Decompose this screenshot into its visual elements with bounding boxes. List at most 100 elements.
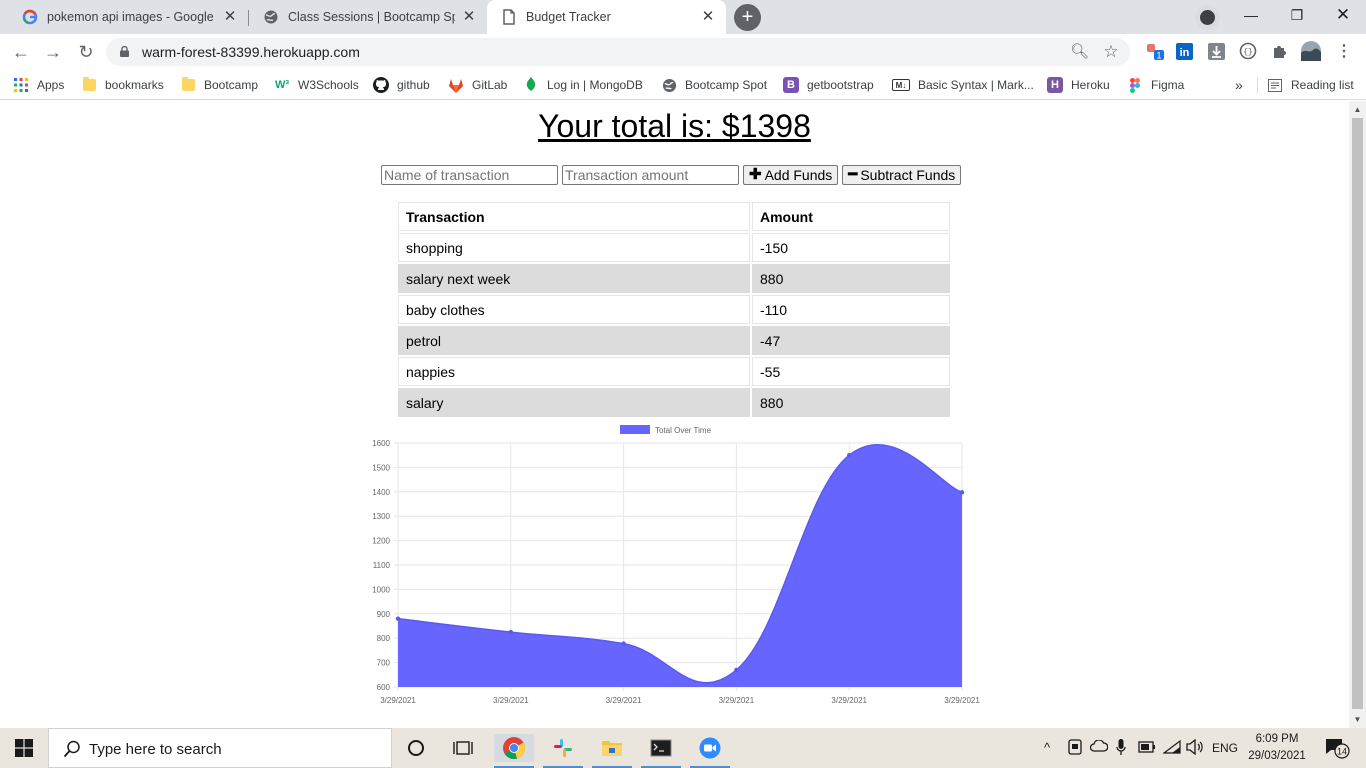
transaction-name-cell: baby clothes xyxy=(398,295,750,324)
reload-icon[interactable]: ↻ xyxy=(75,41,97,63)
close-icon[interactable]: ✕ xyxy=(700,9,716,25)
zoom-taskbar-icon[interactable] xyxy=(690,734,730,768)
slack-taskbar-icon[interactable] xyxy=(543,734,583,768)
bookmark-github[interactable]: github xyxy=(373,77,430,93)
y-tick-label: 1400 xyxy=(372,488,390,497)
bookmark-heroku[interactable]: H Heroku xyxy=(1047,77,1110,93)
transaction-amount-input[interactable] xyxy=(562,165,739,185)
linkedin-icon[interactable]: in xyxy=(1174,41,1194,61)
file-explorer-taskbar-icon[interactable] xyxy=(592,734,632,768)
tab-search-icon[interactable] xyxy=(1195,5,1220,30)
zoom-icon[interactable]: 🔍︎ xyxy=(1070,43,1089,61)
notifications-button[interactable]: 14 xyxy=(1324,737,1350,762)
close-icon[interactable]: ✕ xyxy=(222,9,238,25)
address-bar[interactable]: warm-forest-83399.herokuapp.com 🔍︎ ☆ xyxy=(106,38,1130,66)
data-point xyxy=(734,667,739,673)
scroll-up-arrow-icon[interactable]: ▲ xyxy=(1349,101,1366,118)
legend-swatch xyxy=(620,425,650,434)
globe-icon xyxy=(661,77,677,93)
window-close-button[interactable]: ✕ xyxy=(1320,0,1366,30)
transaction-amount-cell: -47 xyxy=(752,326,950,355)
total-heading: Your total is: $1398 xyxy=(538,108,811,144)
bookmark-label: W3Schools xyxy=(298,78,359,92)
bookmark-label: Reading list xyxy=(1291,78,1354,92)
transaction-amount-cell: -110 xyxy=(752,295,950,324)
x-tick-label: 3/29/2021 xyxy=(944,696,980,705)
gitlab-icon xyxy=(448,77,464,93)
x-tick-label: 3/29/2021 xyxy=(831,696,867,705)
bookmark-label: getbootstrap xyxy=(807,78,874,92)
volume-icon[interactable] xyxy=(1186,738,1204,758)
show-hidden-icons-chevron-icon[interactable]: ^ xyxy=(1044,740,1050,755)
total-over-time-chart: 600 700 800 900 1000 1100 1200 1300 1400 1500 1600… xyxy=(372,425,980,705)
wifi-icon[interactable] xyxy=(1162,739,1181,757)
minus-icon: ━ xyxy=(848,166,858,183)
tab-budget-tracker[interactable]: Budget Tracker ✕ xyxy=(487,0,726,34)
puzzle-icon[interactable] xyxy=(1270,41,1290,61)
bookmark-label: Log in | MongoDB xyxy=(547,78,643,92)
page-scrollbar[interactable]: ▲ ▼ xyxy=(1349,101,1366,728)
dev-tools-icon[interactable]: {} xyxy=(1238,41,1258,61)
windows-start-button[interactable] xyxy=(0,728,48,768)
subtract-funds-button[interactable]: ━ Subtract Funds xyxy=(842,165,962,185)
microphone-icon[interactable] xyxy=(1116,738,1126,759)
close-icon[interactable]: ✕ xyxy=(461,9,477,25)
bookmark-bootcamp-spot[interactable]: Bootcamp Spot xyxy=(661,77,767,93)
back-arrow-icon[interactable]: ← xyxy=(10,41,32,63)
more-bookmarks-button[interactable]: » xyxy=(1235,77,1243,93)
tab-bootcamp-spot[interactable]: Class Sessions | Bootcamp Spot ✕ xyxy=(249,0,487,34)
add-funds-button[interactable]: ✚ Add Funds xyxy=(743,165,839,185)
bootstrap-icon: B xyxy=(783,77,799,93)
bookmark-getbootstrap[interactable]: B getbootstrap xyxy=(783,77,874,93)
y-tick-label: 700 xyxy=(377,659,391,668)
bookmark-basic-syntax[interactable]: M↓ Basic Syntax | Mark... xyxy=(892,77,1034,93)
tab-google-search[interactable]: pokemon api images - Google Se ✕ xyxy=(8,0,248,34)
task-view-icon[interactable] xyxy=(443,734,483,762)
extension-icon[interactable]: 1 xyxy=(1145,41,1165,61)
onedrive-icon[interactable] xyxy=(1089,739,1109,755)
restore-button[interactable]: ❐ xyxy=(1274,0,1320,30)
language-indicator[interactable]: ENG xyxy=(1212,741,1238,755)
minimize-button[interactable]: — xyxy=(1228,0,1274,30)
reading-list-button[interactable]: Reading list xyxy=(1267,77,1354,93)
transaction-name-input[interactable] xyxy=(381,165,558,185)
bookmark-gitlab[interactable]: GitLab xyxy=(448,77,507,93)
scroll-down-arrow-icon[interactable]: ▼ xyxy=(1349,711,1366,728)
terminal-taskbar-icon[interactable] xyxy=(641,734,681,768)
battery-icon[interactable] xyxy=(1138,741,1156,756)
bookmark-label: Bootcamp Spot xyxy=(685,78,768,92)
bookmark-figma[interactable]: Figma xyxy=(1127,77,1184,93)
data-point xyxy=(508,629,513,635)
bookmark-apps[interactable]: Apps xyxy=(13,77,64,93)
bookmark-w3schools[interactable]: W³ W3Schools xyxy=(274,77,359,93)
download-icon[interactable] xyxy=(1206,41,1226,61)
bookmark-label: Apps xyxy=(37,78,65,92)
bookmark-star-icon[interactable]: ☆ xyxy=(1102,43,1120,61)
legend-label: Total Over Time xyxy=(655,426,712,435)
clock-time: 6:09 PM xyxy=(1255,733,1299,745)
meet-now-icon[interactable] xyxy=(1068,739,1082,758)
table-row: salary next week 880 xyxy=(398,264,950,293)
cortana-icon[interactable] xyxy=(396,734,436,762)
github-icon xyxy=(373,77,389,93)
tab-title: Budget Tracker xyxy=(526,10,611,24)
chrome-taskbar-icon[interactable] xyxy=(494,734,534,768)
taskbar-search-box[interactable]: Type here to search xyxy=(48,728,392,768)
menu-dots-icon[interactable]: ⋮ xyxy=(1334,41,1354,61)
extension-badge: 1 xyxy=(1156,51,1161,61)
bookmark-bookmarks[interactable]: bookmarks xyxy=(81,77,164,93)
bookmark-mongodb[interactable]: Log in | MongoDB xyxy=(523,77,643,93)
transaction-name-cell: shopping xyxy=(398,233,750,262)
browser-tab-strip: pokemon api images - Google Se ✕ Class S… xyxy=(0,0,1366,34)
scrollbar-thumb[interactable] xyxy=(1352,118,1363,709)
table-row: salary 880 xyxy=(398,388,950,417)
taskbar-clock[interactable]: 6:09 PM 29/03/2021 xyxy=(1240,731,1314,765)
bookmark-bootcamp[interactable]: Bootcamp xyxy=(180,77,258,93)
transaction-form: ✚ Add Funds ━ Subtract Funds xyxy=(381,165,965,186)
plus-icon: ✚ xyxy=(749,166,762,183)
bookmark-label: Bootcamp xyxy=(204,78,259,92)
avatar[interactable] xyxy=(1301,41,1321,61)
new-tab-button[interactable]: + xyxy=(734,4,761,31)
table-row: petrol -47 xyxy=(398,326,950,355)
forward-arrow-icon[interactable]: → xyxy=(42,41,64,63)
